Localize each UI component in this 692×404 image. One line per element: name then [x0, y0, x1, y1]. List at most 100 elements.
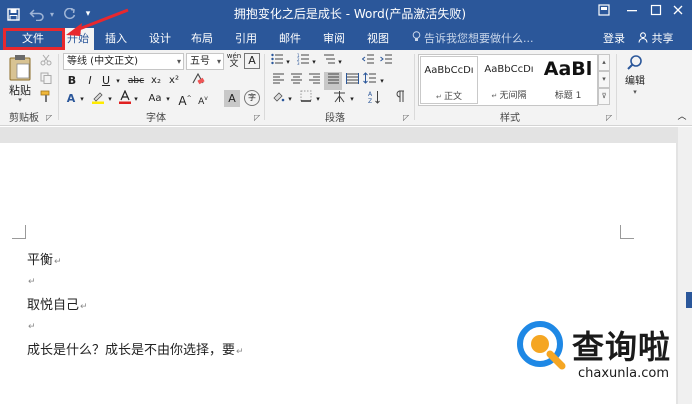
- shading-icon[interactable]: [270, 90, 286, 108]
- character-shading-button[interactable]: A: [224, 90, 240, 107]
- multilevel-dropdown-icon[interactable]: ▾: [336, 53, 344, 71]
- sort-icon[interactable]: AZ: [366, 90, 382, 108]
- paste-button[interactable]: 粘贴 ▾: [4, 54, 36, 106]
- style-sample: AaBbCcDı: [424, 65, 474, 76]
- shrink-font-button[interactable]: Av: [196, 90, 210, 108]
- bullets-dropdown-icon[interactable]: ▾: [284, 53, 292, 71]
- undo-dropdown-icon[interactable]: ▾: [48, 4, 56, 24]
- editing-dropdown-icon: ▾: [633, 88, 637, 96]
- bullets-icon[interactable]: [270, 53, 284, 71]
- tell-me-placeholder: 告诉我您想要做什么...: [424, 32, 534, 45]
- lightbulb-icon: [412, 28, 421, 50]
- person-icon: [638, 32, 652, 45]
- restore-icon[interactable]: [590, 0, 618, 28]
- character-border-button[interactable]: A: [244, 53, 260, 69]
- highlight-icon[interactable]: [90, 90, 106, 108]
- show-marks-icon[interactable]: [392, 90, 408, 108]
- multilevel-list-icon[interactable]: [322, 53, 336, 71]
- paragraph[interactable]: 取悦自己↵: [27, 294, 88, 313]
- share-button[interactable]: 共享: [638, 28, 674, 50]
- tab-home[interactable]: 开始: [62, 28, 94, 50]
- styles-scroll-up-icon[interactable]: ▴: [598, 54, 610, 71]
- align-left-icon[interactable]: [270, 72, 286, 90]
- justify-icon[interactable]: [324, 72, 342, 90]
- increase-indent-icon[interactable]: [378, 53, 394, 71]
- undo-icon[interactable]: [26, 4, 48, 24]
- chinese-layout-dropdown-icon[interactable]: ▾: [348, 90, 356, 108]
- superscript-button[interactable]: x²: [166, 72, 182, 90]
- tab-references[interactable]: 引用: [228, 28, 264, 50]
- vertical-scrollbar[interactable]: [678, 127, 692, 404]
- close-icon[interactable]: [664, 0, 692, 28]
- paragraph-launcher-icon[interactable]: ◸: [403, 114, 411, 122]
- redo-icon[interactable]: [60, 4, 78, 24]
- collapse-ribbon-icon[interactable]: ︿: [676, 108, 688, 126]
- font-size-select[interactable]: 五号 ▾: [186, 53, 224, 70]
- paragraph[interactable]: 平衡↵: [27, 249, 62, 268]
- borders-dropdown-icon[interactable]: ▾: [314, 90, 322, 108]
- signin-link[interactable]: 登录: [603, 28, 625, 50]
- font-color-icon[interactable]: [118, 89, 132, 108]
- line-spacing-dropdown-icon[interactable]: ▾: [378, 72, 386, 90]
- font-color-dropdown-icon[interactable]: ▾: [132, 90, 140, 108]
- font-launcher-icon[interactable]: ◸: [254, 114, 262, 122]
- line-spacing-icon[interactable]: [362, 72, 378, 90]
- text-effects-dropdown-icon[interactable]: ▾: [78, 90, 86, 108]
- tab-layout[interactable]: 布局: [184, 28, 220, 50]
- tab-design[interactable]: 设计: [142, 28, 178, 50]
- tab-view[interactable]: 视图: [360, 28, 396, 50]
- paragraph[interactable]: ↵: [27, 273, 36, 288]
- style-heading-1[interactable]: AaBl 标题 1: [540, 56, 596, 104]
- format-painter-icon[interactable]: [38, 90, 54, 108]
- scroll-thumb[interactable]: [686, 292, 692, 308]
- italic-button[interactable]: I: [82, 72, 98, 90]
- styles-scroll-down-icon[interactable]: ▾: [598, 71, 610, 88]
- distributed-icon[interactable]: [344, 72, 360, 90]
- style-normal[interactable]: AaBbCcDı ↵ 正文: [420, 56, 478, 104]
- paste-dropdown-icon[interactable]: ▾: [4, 97, 36, 104]
- strikethrough-button[interactable]: abc: [126, 72, 146, 90]
- editing-button[interactable]: 编辑 ▾: [620, 54, 650, 104]
- borders-icon[interactable]: [298, 90, 314, 108]
- group-separator: [264, 54, 265, 120]
- style-sample: AaBl: [543, 58, 593, 80]
- margin-corner-mark: [12, 225, 26, 239]
- paragraph[interactable]: ↵: [27, 318, 36, 333]
- enclose-characters-button[interactable]: 字: [244, 90, 260, 106]
- paragraph[interactable]: 成长是什么？成长是不由你选择，要↵: [27, 339, 244, 358]
- cut-icon[interactable]: [38, 54, 54, 72]
- highlight-dropdown-icon[interactable]: ▾: [106, 90, 114, 108]
- tell-me-box[interactable]: 告诉我您想要做什么...: [412, 28, 534, 50]
- font-name-select[interactable]: 等线 (中文正文) ▾: [63, 53, 184, 70]
- text-effects-button[interactable]: A: [64, 90, 78, 108]
- styles-more-icon[interactable]: ⊽: [598, 88, 610, 105]
- numbering-icon[interactable]: 123: [296, 53, 310, 71]
- tab-mailings[interactable]: 邮件: [272, 28, 308, 50]
- chinese-layout-icon[interactable]: [332, 90, 348, 108]
- tab-review[interactable]: 审阅: [316, 28, 352, 50]
- numbering-dropdown-icon[interactable]: ▾: [310, 53, 318, 71]
- change-case-button[interactable]: Aa: [146, 90, 164, 108]
- align-right-icon[interactable]: [306, 72, 322, 90]
- svg-text:Z: Z: [368, 98, 372, 104]
- style-no-spacing[interactable]: AaBbCcDı ↵ 无间隔: [480, 56, 538, 104]
- shading-dropdown-icon[interactable]: ▾: [286, 90, 294, 108]
- clear-formatting-icon[interactable]: [190, 72, 206, 90]
- align-center-icon[interactable]: [288, 72, 304, 90]
- watermark-name: 查询啦: [572, 328, 672, 366]
- underline-dropdown-icon[interactable]: ▾: [112, 72, 124, 90]
- subscript-button[interactable]: x₂: [148, 72, 164, 90]
- share-label: 共享: [651, 32, 674, 45]
- phonetic-guide-button[interactable]: wén 文: [226, 52, 242, 70]
- clipboard-launcher-icon[interactable]: ◸: [46, 114, 54, 122]
- bold-button[interactable]: B: [64, 72, 80, 90]
- paragraph-mark: ↵: [80, 302, 88, 312]
- tab-insert[interactable]: 插入: [98, 28, 134, 50]
- copy-icon[interactable]: [38, 72, 54, 90]
- grow-font-button[interactable]: A^: [178, 90, 192, 108]
- customize-qat-icon[interactable]: ▾: [82, 4, 94, 24]
- decrease-indent-icon[interactable]: [360, 53, 376, 71]
- styles-launcher-icon[interactable]: ◸: [606, 114, 614, 122]
- save-icon[interactable]: [4, 4, 22, 24]
- change-case-dropdown-icon[interactable]: ▾: [164, 90, 172, 108]
